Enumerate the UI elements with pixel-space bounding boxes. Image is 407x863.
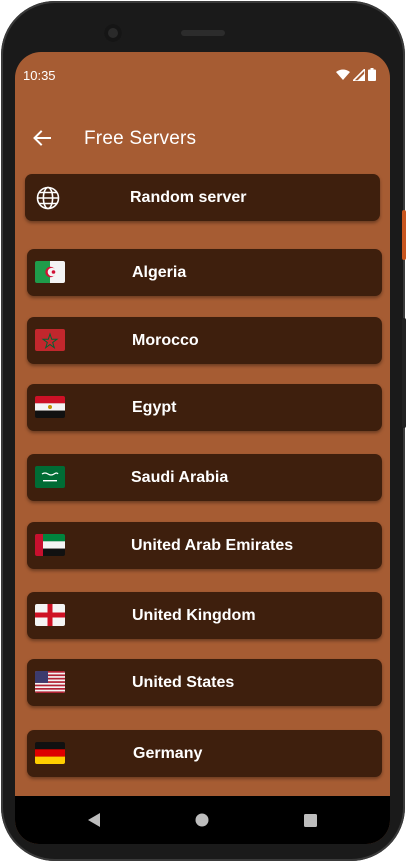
server-label: Germany [133, 745, 203, 762]
status-icons [336, 68, 376, 81]
front-camera [104, 24, 122, 42]
nav-home-icon [195, 813, 209, 827]
server-label: United Kingdom [132, 607, 256, 624]
screen: 10:35 Free Servers Random server Algeria… [15, 52, 390, 844]
nav-recents-button[interactable] [300, 810, 320, 830]
status-time: 10:35 [23, 68, 56, 83]
earpiece-speaker [181, 30, 225, 36]
server-label: United Arab Emirates [131, 537, 294, 554]
back-button[interactable] [29, 125, 55, 151]
germany-flag-icon [35, 742, 65, 764]
globe-icon [36, 186, 60, 210]
server-item-saudi-arabia[interactable]: Saudi Arabia [27, 454, 382, 501]
egypt-flag-icon [35, 396, 65, 418]
algeria-flag-icon [35, 261, 65, 283]
server-item-algeria[interactable]: Algeria [27, 249, 382, 296]
server-label: Egypt [132, 399, 177, 416]
server-label: Algeria [132, 264, 187, 281]
server-label: Saudi Arabia [131, 469, 229, 486]
morocco-flag-icon [35, 329, 65, 351]
usa-flag-icon [35, 671, 65, 693]
page-title: Free Servers [84, 128, 197, 149]
battery-icon [368, 68, 376, 81]
random-server-button[interactable]: Random server [25, 174, 380, 221]
saudi-arabia-flag-icon [35, 466, 65, 488]
uae-flag-icon [35, 534, 65, 556]
status-bar: 10:35 [15, 52, 390, 98]
power-button [402, 210, 406, 260]
england-flag-icon [35, 604, 65, 626]
volume-button [402, 318, 406, 428]
system-navigation-bar [15, 796, 390, 844]
server-item-united-kingdom[interactable]: United Kingdom [27, 592, 382, 639]
nav-home-button[interactable] [192, 810, 212, 830]
nav-back-icon [88, 813, 100, 827]
server-item-united-states[interactable]: United States [27, 659, 382, 706]
server-item-germany[interactable]: Germany [27, 730, 382, 777]
app-bar: Free Servers [15, 112, 390, 164]
server-item-egypt[interactable]: Egypt [27, 384, 382, 431]
signal-icon [353, 68, 365, 81]
server-item-united-arab-emirates[interactable]: United Arab Emirates [27, 522, 382, 569]
server-label: Morocco [132, 332, 199, 349]
random-server-label: Random server [130, 189, 247, 206]
nav-recents-icon [303, 813, 317, 827]
nav-back-button[interactable] [84, 810, 104, 830]
server-label: United States [132, 674, 235, 691]
wifi-icon [336, 69, 350, 80]
arrow-left-icon [33, 130, 51, 146]
server-item-morocco[interactable]: Morocco [27, 317, 382, 364]
